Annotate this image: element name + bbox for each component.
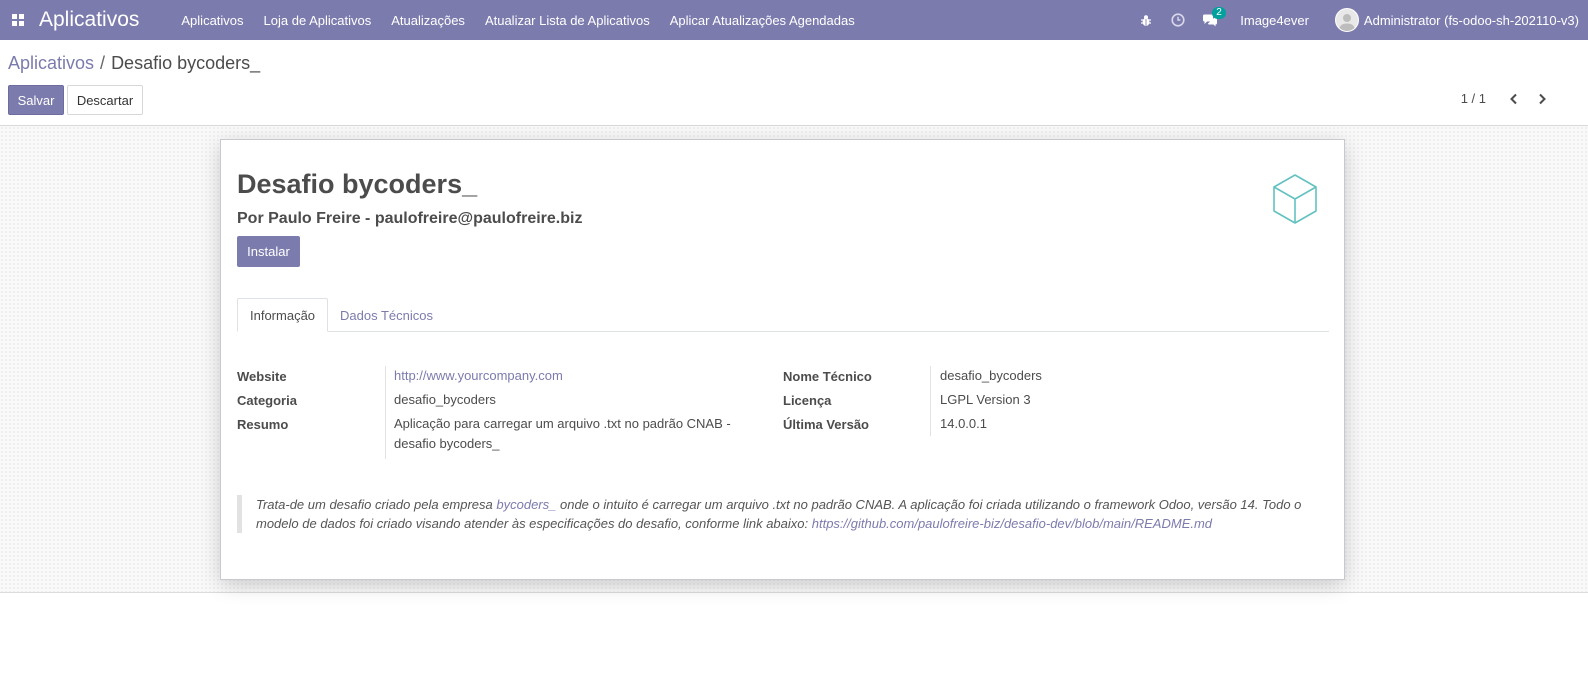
- field-label-website: Website: [237, 369, 287, 384]
- avatar: [1334, 8, 1359, 32]
- breadcrumb-separator: /: [100, 53, 106, 73]
- field-value-license: LGPL Version 3: [940, 392, 1031, 407]
- install-button[interactable]: Instalar: [237, 236, 300, 267]
- module-description: Trata-de um desafio criado pela empresa …: [237, 495, 1317, 533]
- module-title: Desafio bycoders_: [237, 169, 478, 199]
- breadcrumb-parent-link[interactable]: Aplicativos: [8, 53, 94, 73]
- cube-icon: [1273, 174, 1317, 224]
- field-value-category: desafio_bycoders: [394, 392, 496, 407]
- field-label-latest-version: Última Versão: [783, 417, 869, 432]
- menu-item-updates[interactable]: Atualizações: [391, 13, 465, 28]
- pager-value[interactable]: 1 / 1: [1461, 91, 1486, 106]
- pager-previous-button[interactable]: [1502, 87, 1526, 111]
- field-value-technical-name: desafio_bycoders: [940, 368, 1042, 383]
- field-label-license: Licença: [783, 393, 832, 408]
- pager-next-button[interactable]: [1530, 87, 1554, 111]
- clock-icon[interactable]: [1162, 0, 1194, 40]
- form-sheet: Desafio bycoders_ Por Paulo Freire - pau…: [220, 139, 1345, 580]
- chevron-left-icon: [1510, 93, 1517, 105]
- app-brand[interactable]: Aplicativos: [39, 8, 139, 32]
- user-menu[interactable]: Administrator (fs-odoo-sh-202110-v3): [1334, 8, 1579, 32]
- chat-icon[interactable]: 2: [1194, 0, 1226, 40]
- control-panel: Aplicativos / Desafio bycoders_ Salvar Des…: [0, 40, 1588, 126]
- module-author: Por Paulo Freire - paulofreire@paulofrei…: [237, 210, 583, 227]
- field-divider-left: [385, 366, 386, 459]
- top-navbar: Aplicativos Aplicativos Loja de Aplicati…: [0, 0, 1588, 40]
- save-button[interactable]: Salvar: [8, 85, 64, 115]
- field-label-summary: Resumo: [237, 417, 289, 432]
- menu-item-apps[interactable]: Aplicativos: [181, 13, 243, 28]
- breadcrumb-current: Desafio bycoders_: [111, 53, 261, 73]
- field-label-category: Categoria: [237, 393, 297, 408]
- bug-icon[interactable]: [1130, 0, 1162, 40]
- navbar-systray: 2 Image4ever Administrator (fs-odoo-sh-2…: [1130, 0, 1588, 40]
- notebook-tabs: Informação Dados Técnicos: [237, 298, 1329, 332]
- tab-information[interactable]: Informação: [237, 298, 329, 332]
- description-readme-link[interactable]: https://github.com/paulofreire-biz/desaf…: [812, 516, 1212, 531]
- description-company-link[interactable]: bycoders_: [496, 497, 556, 512]
- menu-item-app-store[interactable]: Loja de Aplicativos: [264, 13, 372, 28]
- field-divider-right: [930, 366, 931, 436]
- apps-menu-icon[interactable]: [0, 0, 36, 40]
- user-name: Administrator (fs-odoo-sh-202110-v3): [1363, 12, 1579, 28]
- discard-button[interactable]: Descartar: [67, 85, 143, 115]
- company-switcher[interactable]: Image4ever: [1240, 13, 1309, 28]
- field-value-summary: Aplicação para carregar um arquivo .txt …: [394, 416, 731, 451]
- menu-item-apply-scheduled-upgrades[interactable]: Aplicar Atualizações Agendadas: [670, 13, 855, 28]
- field-value-latest-version: 14.0.0.1: [940, 416, 987, 431]
- chevron-right-icon: [1539, 93, 1546, 105]
- field-label-technical-name: Nome Técnico: [783, 369, 872, 384]
- messages-count-badge: 2: [1212, 7, 1226, 19]
- tab-technical-data[interactable]: Dados Técnicos: [328, 298, 445, 332]
- main-menu: Aplicativos Loja de Aplicativos Atualiza…: [181, 13, 874, 28]
- field-value-website[interactable]: http://www.yourcompany.com: [394, 366, 563, 386]
- description-text-1: Trata-de um desafio criado pela empresa: [256, 497, 497, 512]
- menu-item-update-apps-list[interactable]: Atualizar Lista de Aplicativos: [485, 13, 650, 28]
- breadcrumb: Aplicativos / Desafio bycoders_: [8, 53, 260, 74]
